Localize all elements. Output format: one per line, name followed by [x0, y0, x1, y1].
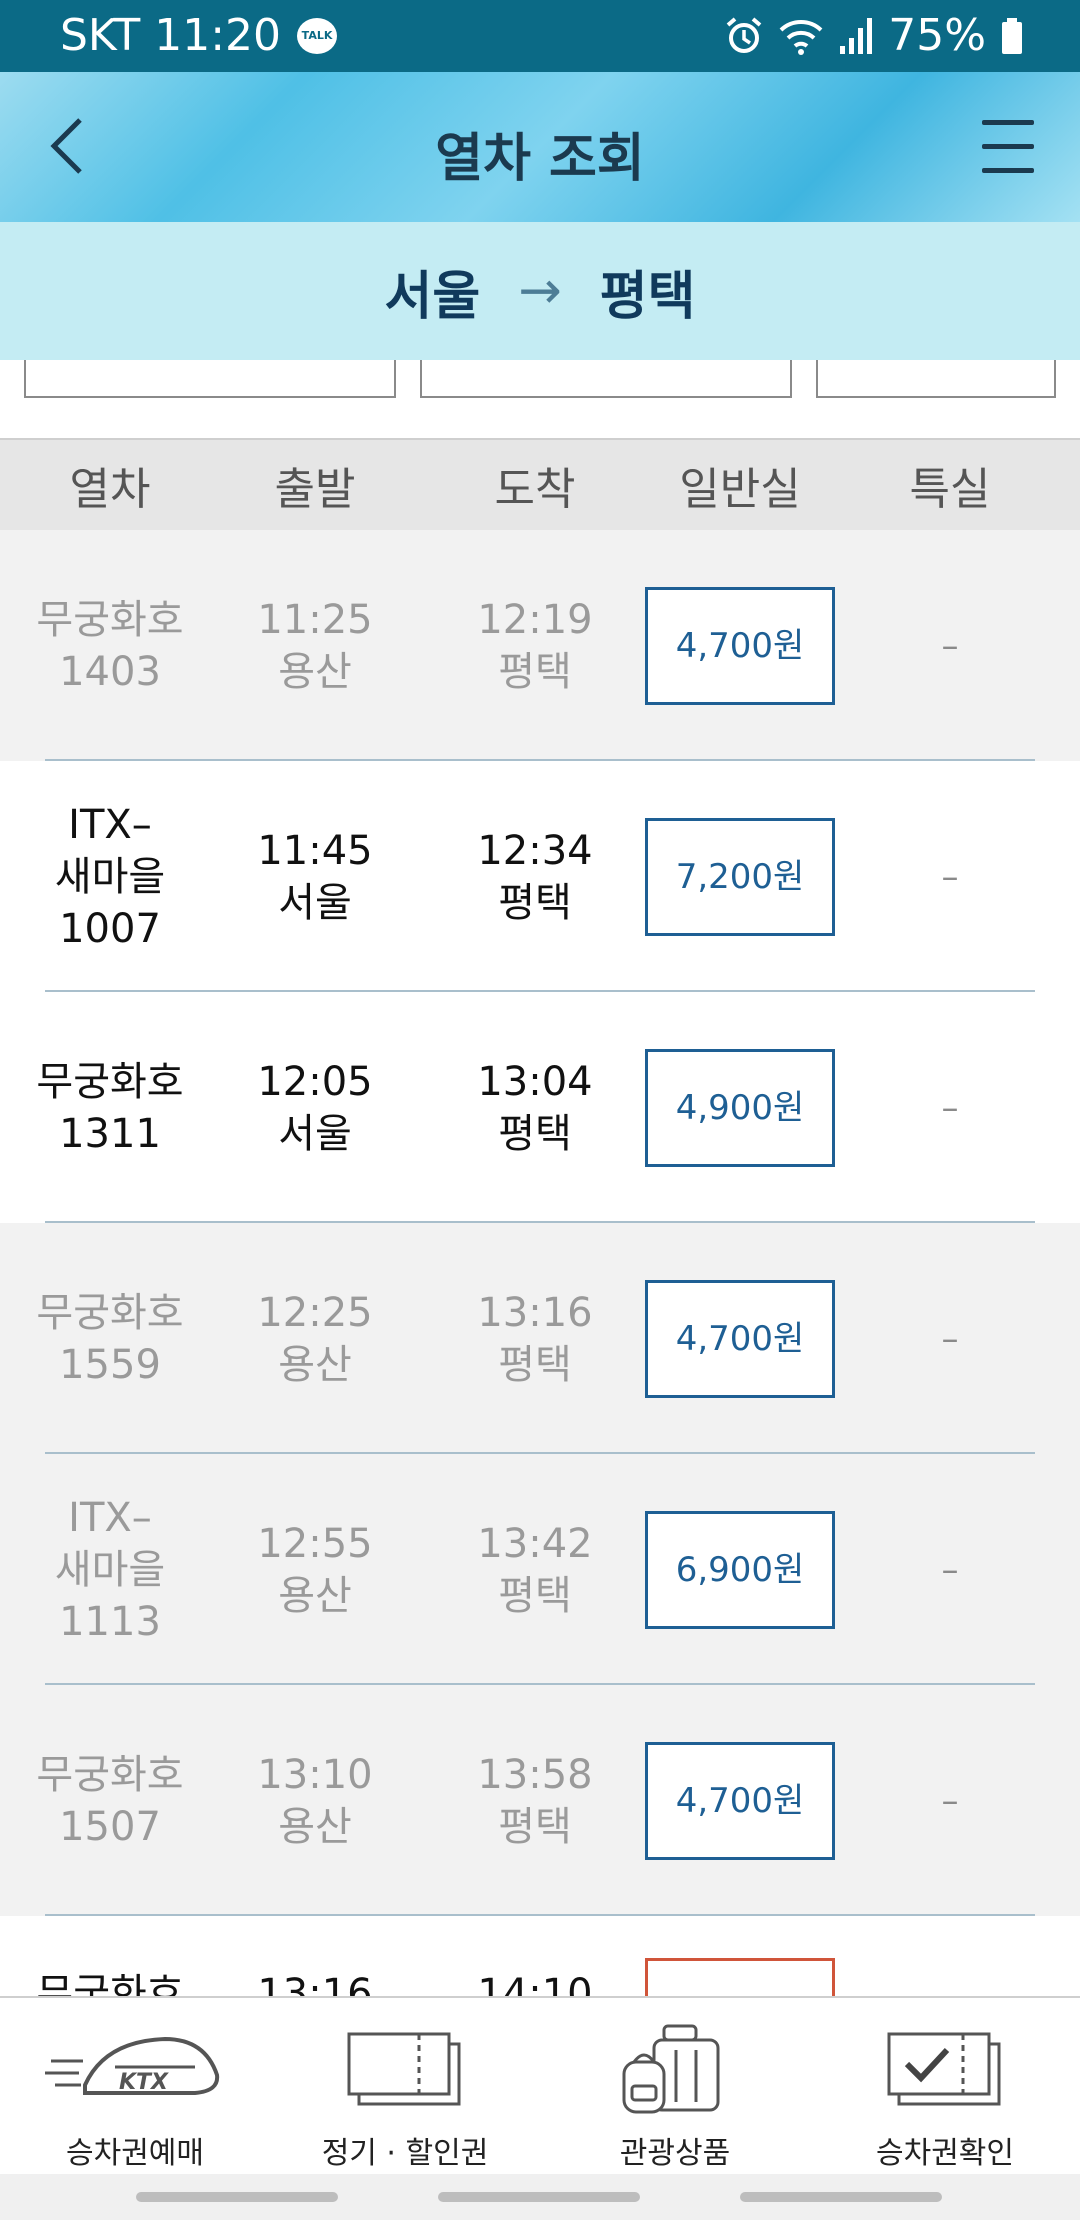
standard-price-button[interactable]: 4,700원: [645, 1279, 835, 1398]
pass-tickets-icon: [345, 2020, 465, 2120]
standard-price-button[interactable]: 4,700원: [645, 586, 835, 705]
departure: 11:25 용산: [257, 596, 373, 695]
destination-station: 평택: [599, 266, 696, 327]
carrier-time: SKT 11:20: [60, 10, 282, 61]
first-class-unavailable: –: [941, 1780, 959, 1821]
hamburger-line: [982, 144, 1034, 149]
train-row[interactable]: 무궁화호 1403 11:25 용산 12:19 평택 4,700원 –: [0, 530, 1080, 761]
arrival: 14:10: [477, 1971, 593, 1996]
arrival: 13:04 평택: [477, 1058, 593, 1157]
train-name: ITX– 새마을 1113: [54, 1494, 166, 1645]
svg-text:KTX: KTX: [119, 2070, 169, 2095]
kakaotalk-notification-icon: TALK: [297, 17, 338, 54]
nav-pass-discount[interactable]: 정기 · 할인권: [270, 1998, 540, 2174]
arrival: 12:19 평택: [477, 596, 593, 695]
app-header: 열차 조회: [0, 72, 1080, 222]
table-header: 열차 출발 도착 일반실 특실: [0, 440, 1080, 530]
arrow-right-icon: →: [518, 261, 562, 321]
signal-icon: [838, 16, 874, 56]
nav-label: 관광상품: [619, 2136, 731, 2171]
nav-tour-products[interactable]: 관광상품: [540, 1998, 810, 2174]
column-arrival: 도착: [494, 464, 576, 515]
route-summary: 서울 → 평택: [0, 222, 1080, 360]
status-bar: SKT 11:20 TALK 75%: [0, 0, 1080, 72]
train-row[interactable]: ITX– 새마을 1113 12:55 용산 13:42 평택 6,900원 –: [0, 1454, 1080, 1685]
train-row[interactable]: 무궁화호 1559 12:25 용산 13:16 평택 4,700원 –: [0, 1223, 1080, 1454]
departure: 13:16: [257, 1971, 373, 1996]
arrival: 13:16 평택: [477, 1289, 593, 1388]
first-class-unavailable: –: [941, 856, 959, 897]
arrival: 12:34 평택: [477, 827, 593, 926]
train-row[interactable]: ITX– 새마을 1007 11:45 서울 12:34 평택 7,200원 –: [0, 761, 1080, 992]
luggage-icon: [620, 2020, 730, 2120]
ktx-train-icon: KTX: [45, 2020, 225, 2120]
train-name: 무궁화호: [36, 1971, 184, 1996]
train-name: ITX– 새마을 1007: [54, 801, 166, 952]
ticket-check-icon: [885, 2020, 1005, 2120]
gesture-handle[interactable]: [136, 2192, 338, 2202]
train-name: 무궁화호 1559: [36, 1289, 184, 1388]
standard-price-button[interactable]: 7,200원: [645, 817, 835, 936]
train-row[interactable]: 무궁화호 1507 13:10 용산 13:58 평택 4,700원 –: [0, 1685, 1080, 1916]
departure: 12:55 용산: [257, 1520, 373, 1619]
column-departure: 출발: [274, 464, 356, 515]
arrival: 13:42 평택: [477, 1520, 593, 1619]
departure: 12:25 용산: [257, 1289, 373, 1388]
hamburger-line: [982, 168, 1034, 173]
column-train: 열차: [69, 464, 151, 515]
system-gesture-bar: [0, 2174, 1080, 2220]
nav-label: 승차권예매: [66, 2136, 204, 2171]
first-class-unavailable: –: [941, 1318, 959, 1359]
standard-price-button[interactable]: 6,900원: [645, 1510, 835, 1629]
hamburger-line: [982, 120, 1034, 125]
standard-price-button[interactable]: [645, 1958, 835, 1996]
column-first-class: 특실: [909, 464, 991, 515]
train-list: 무궁화호 1403 11:25 용산 12:19 평택 4,700원 – ITX– 새마…: [0, 530, 1080, 1996]
nav-ticket-check[interactable]: 승차권확인: [810, 1998, 1080, 2174]
departure: 13:10 용산: [257, 1751, 373, 1850]
nav-label: 승차권확인: [876, 2136, 1014, 2171]
wifi-icon: [778, 16, 824, 56]
departure: 12:05 서울: [257, 1058, 373, 1157]
first-class-unavailable: –: [941, 625, 959, 666]
train-row-partial[interactable]: 무궁화호 13:16 14:10: [0, 1916, 1080, 1996]
gesture-handle[interactable]: [740, 2192, 942, 2202]
origin-station: 서울: [384, 266, 481, 327]
battery-percent: 75%: [888, 10, 986, 61]
nav-label: 정기 · 할인권: [321, 2136, 489, 2171]
train-name: 무궁화호 1403: [36, 596, 184, 695]
train-row[interactable]: 무궁화호 1311 12:05 서울 13:04 평택 4,900원 –: [0, 992, 1080, 1223]
nav-ticket-booking[interactable]: KTX 승차권예매: [0, 1998, 270, 2174]
gesture-handle[interactable]: [438, 2192, 640, 2202]
arrival: 13:58 평택: [477, 1751, 593, 1850]
first-class-unavailable: –: [941, 1087, 959, 1128]
standard-price-button[interactable]: 4,900원: [645, 1048, 835, 1167]
page-title: 열차 조회: [435, 129, 645, 189]
menu-button[interactable]: [982, 120, 1034, 174]
train-name: 무궁화호 1507: [36, 1751, 184, 1850]
first-class-unavailable: –: [941, 1549, 959, 1590]
departure: 11:45 서울: [257, 827, 373, 926]
battery-icon: [1000, 16, 1024, 56]
alarm-icon: [724, 16, 764, 56]
standard-price-button[interactable]: 4,700원: [645, 1741, 835, 1860]
bottom-navigation: KTX 승차권예매 정기 · 할인권 관광상품 승차권확인: [0, 1996, 1080, 2174]
train-name: 무궁화호 1311: [36, 1058, 184, 1157]
column-standard: 일반실: [679, 464, 801, 515]
